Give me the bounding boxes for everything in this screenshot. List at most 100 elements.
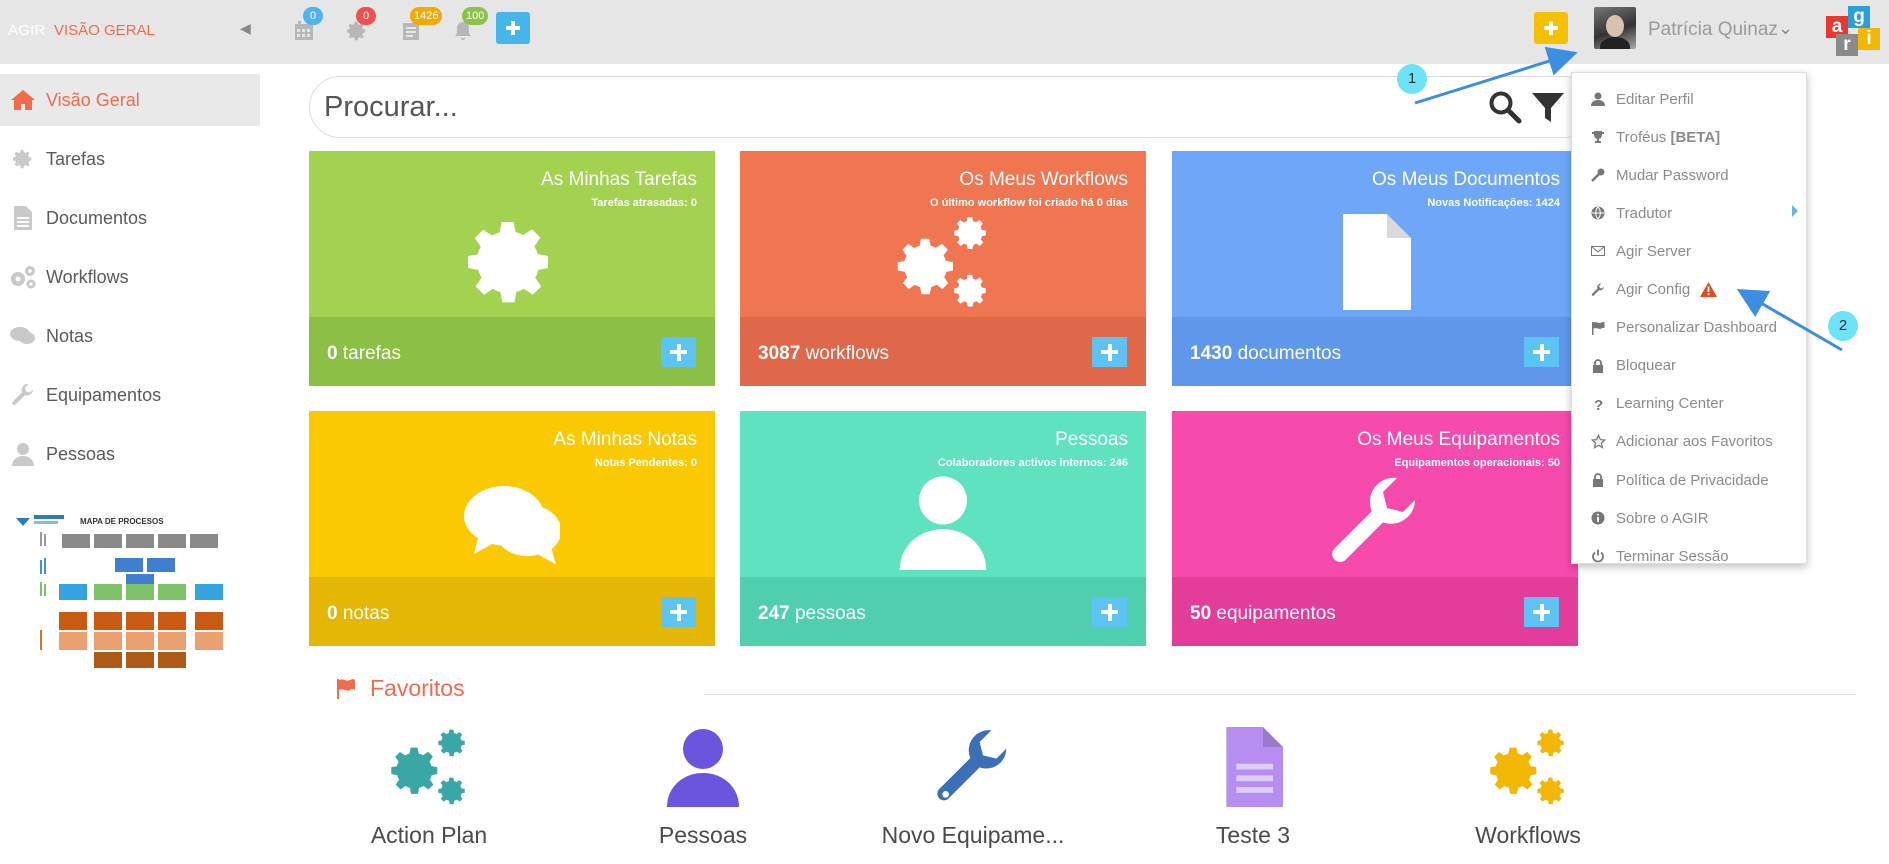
settings-badge: 0 [356,7,376,25]
favorite-item[interactable]: Teste 3 [1153,726,1353,856]
user-menu-item-text: Editar Perfil [1616,90,1694,108]
wrench-icon [12,383,33,405]
sidebar-collapse-button[interactable]: ◀ [240,20,251,37]
search-icon[interactable] [1488,90,1522,124]
info-icon [1590,510,1606,526]
tile-count-value: 0 [327,603,338,624]
tile-count-value: 247 [758,603,790,624]
tile-title: Os Meus Documentos [1372,169,1560,190]
user-menu-item-label: Tradutor [1616,205,1672,222]
notifications-button[interactable]: 100 [448,7,489,46]
wrench-icon [1590,282,1606,298]
sidebar-item-notas[interactable]: Notas [0,310,260,362]
dashboard-tile[interactable]: Os Meus Workflows O último workflow foi … [740,151,1146,386]
user-menu-item[interactable]: Personalizar Dashboard [1572,310,1808,346]
favorite-item[interactable]: Novo Equipame... [873,726,1073,856]
filter-icon[interactable] [1530,90,1566,126]
tile-add-button[interactable] [661,337,696,367]
user-icon [603,726,803,808]
user-menu-item[interactable]: Troféus [BETA] [1572,119,1808,155]
gears-icon [329,726,529,808]
sidebar-item-pessoas[interactable]: Pessoas [0,428,260,480]
sidebar-item-visao-geral[interactable]: Visão Geral [0,74,260,126]
dashboard-tile[interactable]: Os Meus Equipamentos Equipamentos operac… [1172,411,1578,646]
sidebar-item-documentos[interactable]: Documentos [0,192,260,244]
documents-button[interactable]: 1426 [396,7,443,46]
user-menu-item-text: Learning Center [1616,395,1724,413]
user-menu-item-text: Agir Server [1616,242,1692,260]
document-icon [1153,726,1353,808]
user-menu-item-label: Troféus [BETA] [1616,129,1720,146]
tile-count: 3087 workflows [758,343,889,365]
sidebar-item-label: Workflows [46,266,129,287]
user-menu-item[interactable]: ? Learning Center [1572,386,1808,422]
process-map-image[interactable]: MAPA DE PROCESOS [12,512,227,672]
user-menu-item[interactable]: Adicionar aos Favoritos [1572,424,1808,460]
quick-add-button[interactable] [496,12,530,44]
user-menu-item[interactable]: Política de Privacidade [1572,462,1808,498]
trophy-icon [1590,129,1606,145]
agir-logo: a g r i [1824,4,1884,58]
tile-add-button[interactable] [1524,337,1559,367]
user-menu-item[interactable]: Mudar Password [1572,157,1808,193]
favorite-item[interactable]: Workflows [1428,726,1628,856]
user-menu-item-label: Agir Config [1616,281,1690,298]
tile-count-unit: notas [342,603,390,624]
dashboard-tile[interactable]: As Minhas Tarefas Tarefas atrasadas: 0 0… [309,151,715,386]
tile-add-button[interactable] [1092,337,1127,367]
sidebar: Visão Geral Tarefas Documentos Workflows… [0,64,260,864]
tile-footer: 50 equipamentos [1172,577,1578,646]
sidebar-item-equipamentos[interactable]: Equipamentos [0,369,260,421]
dashboard-tile[interactable]: Pessoas Colaboradores activos internos: … [740,411,1146,646]
envelope-icon [1590,243,1606,259]
settings-button[interactable]: 0 [342,7,376,46]
user-menu-item-label: Sobre o AGIR [1616,510,1709,527]
user-menu-item[interactable]: Editar Perfil [1572,81,1808,117]
dashboard-tile[interactable]: As Minhas Notas Notas Pendentes: 0 0 not… [309,411,715,646]
logo-letter-i: i [1858,28,1880,50]
sidebar-item-label: Visão Geral [46,89,140,110]
tile-count-unit: pessoas [794,603,866,624]
user-menu-item-text: Política de Privacidade [1616,471,1769,489]
tile-add-button[interactable] [1092,597,1127,627]
user-menu-item[interactable]: Agir Config [1572,272,1808,308]
user-menu-item[interactable]: Bloquear [1572,348,1808,384]
user-menu-item-label: Agir Server [1616,243,1691,260]
lock-icon [1590,472,1606,488]
new-item-button[interactable] [1534,12,1568,44]
user-menu-item[interactable]: Terminar Sessão [1572,538,1808,574]
user-menu-item-text: Troféus [1616,128,1671,146]
sidebar-item-workflows[interactable]: Workflows [0,251,260,303]
top-bar: AGIR VISÃO GERAL ◀ 0 0 1426 100 Patrícia… [0,0,1889,64]
annotation-marker-1: 1 [1397,64,1427,94]
tile-add-button[interactable] [1524,597,1559,627]
svg-text:?: ? [1594,397,1603,411]
dashboard-tile[interactable]: Os Meus Documentos Novas Notificações: 1… [1172,151,1578,386]
favorite-label: Workflows [1475,822,1581,848]
tile-footer: 0 notas [309,577,715,646]
sidebar-item-tarefas[interactable]: Tarefas [0,133,260,185]
calendar-button[interactable]: 0 [289,7,323,46]
avatar[interactable] [1594,7,1636,49]
tile-add-button[interactable] [661,597,696,627]
user-menu-item[interactable]: Tradutor [1572,195,1808,231]
user-menu-item[interactable]: Sobre o AGIR [1572,500,1808,536]
search-input[interactable] [324,87,1424,127]
user-name[interactable]: Patrícia Quinaz [1648,19,1778,41]
sidebar-item-label: Pessoas [46,443,116,464]
brand-label[interactable]: AGIR [8,22,45,39]
gear-icon [309,207,715,317]
tile-title: Os Meus Equipamentos [1357,429,1560,450]
tile-count-unit: equipamentos [1216,603,1336,624]
warning-icon [1700,282,1718,297]
user-menu-item[interactable]: Agir Server [1572,233,1808,269]
favorites-title: Favoritos [370,675,465,701]
user-menu-item-label: Bloquear [1616,357,1676,374]
submenu-arrow-icon [1792,205,1798,218]
chevron-down-icon[interactable]: ⌄ [1778,18,1793,39]
gears-icon [1428,726,1628,808]
favorite-item[interactable]: Pessoas [603,726,803,856]
tile-count: 247 pessoas [758,603,866,625]
breadcrumb: VISÃO GERAL [54,22,155,39]
favorite-item[interactable]: Action Plan [329,726,529,856]
